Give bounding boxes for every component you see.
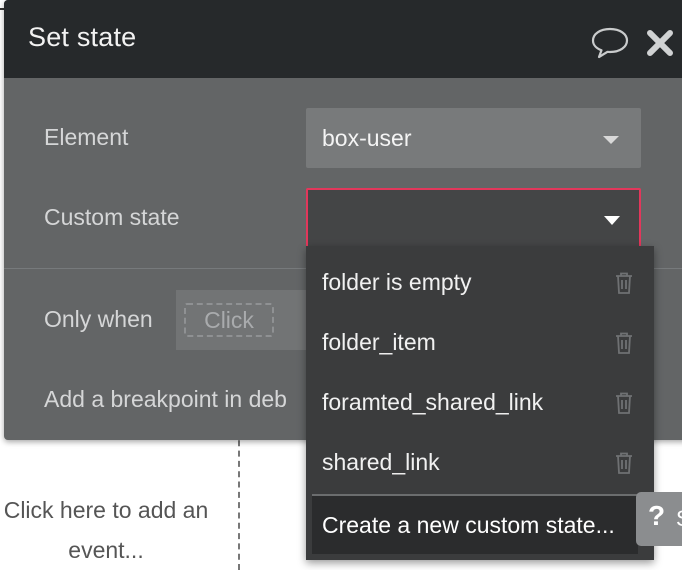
menu-item-label: shared_link <box>322 449 440 475</box>
trash-icon[interactable] <box>614 391 634 415</box>
menu-item-label: folder_item <box>322 329 436 355</box>
comment-icon[interactable] <box>590 26 630 60</box>
menu-item[interactable]: folder is empty <box>306 251 654 311</box>
menu-item[interactable]: foramted_shared_link <box>306 371 654 431</box>
workflow-connector-line <box>238 430 240 570</box>
only-when-placeholder[interactable]: Click <box>184 303 274 337</box>
menu-item[interactable]: folder_item <box>306 311 654 371</box>
custom-state-label: Custom state <box>44 204 180 230</box>
help-label-partial: S <box>676 506 682 532</box>
element-label: Element <box>44 124 129 150</box>
element-dropdown-value: box-user <box>322 125 412 151</box>
help-question-icon: ? <box>648 500 666 531</box>
breakpoint-label: Add a breakpoint in deb <box>44 386 287 412</box>
only-when-label: Only when <box>44 306 153 332</box>
add-event-placeholder[interactable]: Click here to add an event... <box>0 490 226 570</box>
close-icon[interactable] <box>645 28 675 58</box>
modal-title: Set state <box>28 22 137 52</box>
custom-state-menu: folder is empty folder_item foramted_sha… <box>306 246 654 560</box>
menu-item-label: folder is empty <box>322 269 472 295</box>
trash-icon[interactable] <box>614 331 634 355</box>
custom-state-dropdown[interactable] <box>306 188 641 248</box>
trash-icon[interactable] <box>614 271 634 295</box>
create-custom-state-item[interactable]: Create a new custom state... <box>312 494 638 554</box>
menu-item-label: foramted_shared_link <box>322 389 544 415</box>
modal-header: Set state <box>4 0 682 78</box>
menu-item[interactable]: shared_link <box>306 431 654 491</box>
help-button[interactable]: ? S <box>636 492 682 546</box>
chevron-down-icon <box>603 136 619 144</box>
chevron-down-icon <box>604 216 620 225</box>
trash-icon[interactable] <box>614 451 634 475</box>
only-when-field[interactable]: Click <box>176 290 316 350</box>
element-dropdown[interactable]: box-user <box>306 108 641 168</box>
create-custom-state-label: Create a new custom state... <box>322 512 615 538</box>
